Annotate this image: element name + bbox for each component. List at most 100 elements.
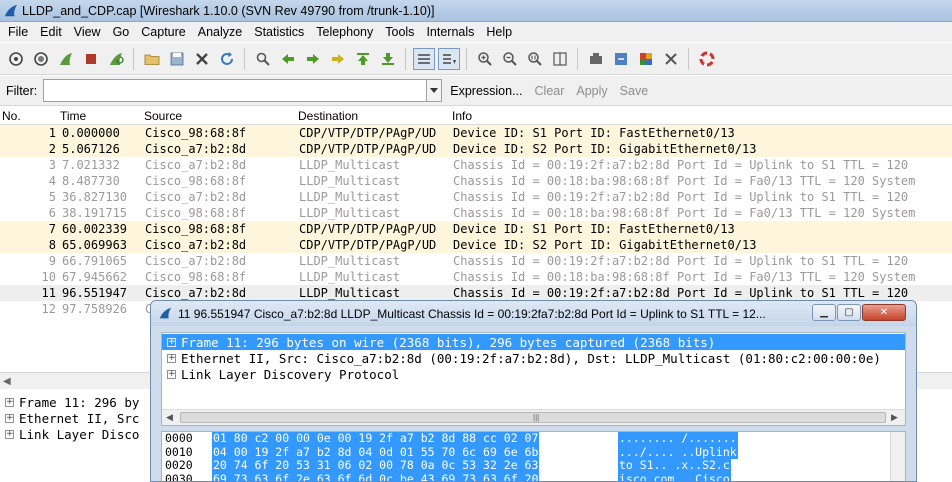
column-header-time[interactable]: Time xyxy=(60,109,86,123)
hex-row[interactable]: 0030 69 73 63 6f 2e 63 6f 6d 0c be 43 69 … xyxy=(162,471,905,482)
packet-row[interactable]: 10 67.945662 Cisco_98:68:8f LLDP_Multicast C… xyxy=(0,269,952,285)
colorize-button[interactable] xyxy=(412,47,435,70)
filter-dropdown-button[interactable] xyxy=(427,79,443,102)
packet-row[interactable]: 9 66.791065 Cisco_a7:b2:8d LLDP_Multicast Ch… xyxy=(0,253,952,269)
packet-source: Cisco_98:68:8f xyxy=(145,270,247,284)
hex-row[interactable]: 0000 01 80 c2 00 00 0e 00 19 2f a7 b2 8d … xyxy=(162,432,905,446)
packet-row[interactable]: 7 60.002339 Cisco_98:68:8f CDP/VTP/DTP/PAgP… xyxy=(0,221,952,237)
title-bar: LLDP_and_CDP.cap [Wireshark 1.10.0 (SVN … xyxy=(0,0,952,22)
expand-icon[interactable]: + xyxy=(167,337,176,347)
packet-source: Cisco_a7:b2:8d xyxy=(145,190,247,204)
packet-row[interactable]: 5 36.827130 Cisco_a7:b2:8d LLDP_Multicast Ch… xyxy=(0,189,952,205)
auto-scroll-button[interactable] xyxy=(437,47,460,70)
hex-bytes: 04 00 19 2f a7 b2 8d 04 0d 01 55 70 6c 6… xyxy=(212,444,540,459)
go-to-packet-button[interactable] xyxy=(327,48,349,70)
restart-capture-button[interactable] xyxy=(105,48,127,70)
bytes-vscrollbar[interactable] xyxy=(890,432,905,481)
save-file-button[interactable] xyxy=(166,48,188,70)
go-back-button[interactable] xyxy=(277,48,299,70)
close-button[interactable]: ✕ xyxy=(862,304,906,321)
scroll-left-icon[interactable]: ◀ xyxy=(3,376,11,387)
packet-row[interactable]: 1 0.000000 Cisco_98:68:8f CDP/VTP/DTP/PAgP/… xyxy=(0,125,952,141)
packet-no: 4 xyxy=(48,174,56,188)
tree-row-ethernet[interactable]: + Ethernet II, Src: Cisco_a7:b2:8d (00:19… xyxy=(162,350,905,366)
hex-ascii: to S1.. .x..S2.c xyxy=(618,458,731,473)
scrollbar-thumb[interactable]: ||| xyxy=(180,412,886,423)
tree-hscrollbar[interactable]: ◀ ||| ▶ xyxy=(162,409,905,425)
menu-help[interactable]: Help xyxy=(480,25,518,39)
column-header-no[interactable]: No. xyxy=(2,109,21,123)
column-header-source[interactable]: Source xyxy=(144,109,182,123)
packet-row[interactable]: 6 38.191715 Cisco_98:68:8f LLDP_Multicast Ch… xyxy=(0,205,952,221)
packet-window-title: 11 96.551947 Cisco_a7:b2:8d LLDP_Multica… xyxy=(178,306,766,321)
packet-destination: CDP/VTP/DTP/PAgP/UD xyxy=(299,142,437,156)
menu-go[interactable]: Go xyxy=(107,25,136,39)
apply-button[interactable]: Apply xyxy=(576,84,607,98)
expand-icon[interactable]: + xyxy=(167,353,176,363)
expand-icon[interactable]: + xyxy=(5,397,14,407)
hex-offset: 0030 xyxy=(165,471,193,482)
options-button[interactable] xyxy=(30,48,52,70)
menu-telephony[interactable]: Telephony xyxy=(310,25,379,39)
menu-analyze[interactable]: Analyze xyxy=(192,25,248,39)
packet-row[interactable]: 2 5.067126 Cisco_a7:b2:8d CDP/VTP/DTP/PAgP/… xyxy=(0,141,952,157)
menu-edit[interactable]: Edit xyxy=(34,25,68,39)
resize-columns-button[interactable] xyxy=(549,48,571,70)
tree-row-frame[interactable]: + Frame 11: 296 bytes on wire (2368 bits)… xyxy=(162,334,905,350)
close-file-button[interactable] xyxy=(191,48,213,70)
arrow-left-icon xyxy=(281,53,294,64)
packet-row[interactable]: 3 7.021332 Cisco_a7:b2:8d LLDP_Multicast Cha… xyxy=(0,157,952,173)
menu-capture[interactable]: Capture xyxy=(135,25,191,39)
menu-view[interactable]: View xyxy=(68,25,107,39)
expand-icon[interactable]: + xyxy=(167,369,176,379)
packet-row[interactable]: 8 65.069963 Cisco_a7:b2:8d CDP/VTP/DTP/PAgP… xyxy=(0,237,952,253)
expand-icon[interactable]: + xyxy=(5,429,14,439)
tree-row-lldp[interactable]: + Link Layer Discovery Protocol xyxy=(162,366,905,382)
open-file-button[interactable] xyxy=(141,48,163,70)
packet-destination: LLDP_Multicast xyxy=(299,158,401,172)
packet-destination: LLDP_Multicast xyxy=(299,190,401,204)
coloring-rules-icon xyxy=(639,52,652,65)
normal-size-button[interactable] xyxy=(524,48,546,70)
stop-capture-button[interactable] xyxy=(80,48,102,70)
help-button[interactable] xyxy=(696,48,718,70)
minimize-icon: ▁ xyxy=(820,307,828,318)
column-header-destination[interactable]: Destination xyxy=(298,109,358,123)
menu-internals[interactable]: Internals xyxy=(420,25,480,39)
menu-tools[interactable]: Tools xyxy=(379,25,420,39)
find-packet-button[interactable] xyxy=(252,48,274,70)
display-filters-button[interactable] xyxy=(610,48,632,70)
coloring-rules-button[interactable] xyxy=(635,48,657,70)
expand-icon[interactable]: + xyxy=(5,413,14,423)
capture-filters-button[interactable] xyxy=(585,48,607,70)
start-capture-button[interactable] xyxy=(55,48,77,70)
maximize-button[interactable]: ▢ xyxy=(837,304,861,321)
packet-window-titlebar[interactable]: 11 96.551947 Cisco_a7:b2:8d LLDP_Multica… xyxy=(151,301,916,326)
reload-icon xyxy=(220,51,233,65)
interfaces-button[interactable] xyxy=(5,48,27,70)
menu-statistics[interactable]: Statistics xyxy=(248,25,310,39)
packet-row[interactable]: 4 8.487730 Cisco_98:68:8f LLDP_Multicast Cha… xyxy=(0,173,952,189)
menu-file[interactable]: File xyxy=(2,25,34,39)
column-header-info[interactable]: Info xyxy=(452,109,472,123)
scroll-right-icon[interactable]: ▶ xyxy=(891,412,898,423)
clear-button[interactable]: Clear xyxy=(535,84,565,98)
hex-row[interactable]: 0020 20 74 6f 20 53 31 06 02 00 78 0a 0c … xyxy=(162,458,905,473)
packet-row[interactable]: 11 96.551947 Cisco_a7:b2:8d LLDP_Multicast C… xyxy=(0,285,952,301)
preferences-button[interactable] xyxy=(660,48,682,70)
last-packet-button[interactable] xyxy=(377,48,399,70)
expression-button[interactable]: Expression... xyxy=(450,84,522,98)
packet-info: Chassis Id = 00:18:ba:98:68:8f Port Id =… xyxy=(453,206,916,220)
zoom-in-button[interactable] xyxy=(474,48,496,70)
save-button[interactable]: Save xyxy=(620,84,649,98)
hex-row[interactable]: 0010 04 00 19 2f a7 b2 8d 04 0d 01 55 70 … xyxy=(162,444,905,459)
packet-window-bytes: 0000 01 80 c2 00 00 0e 00 19 2f a7 b2 8d … xyxy=(161,431,906,482)
minimize-button[interactable]: ▁ xyxy=(812,304,836,321)
first-packet-button[interactable] xyxy=(352,48,374,70)
scroll-left-icon[interactable]: ◀ xyxy=(166,412,173,423)
go-forward-button[interactable] xyxy=(302,48,324,70)
zoom-out-button[interactable] xyxy=(499,48,521,70)
reload-button[interactable] xyxy=(216,48,238,70)
filter-input[interactable] xyxy=(43,79,428,102)
packet-time: 67.945662 xyxy=(62,270,128,284)
